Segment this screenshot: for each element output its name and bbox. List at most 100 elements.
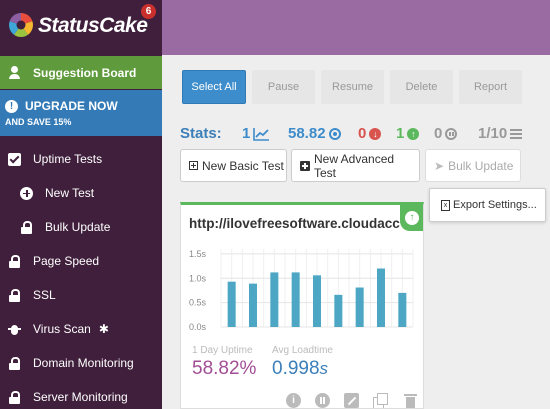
plus-square-icon xyxy=(189,161,198,170)
uptime-label: 1 Day Uptime xyxy=(192,345,253,356)
user-icon xyxy=(8,66,21,79)
logo[interactable]: StatusCake 6 xyxy=(0,0,162,55)
stat-value: 1/10 xyxy=(478,125,508,142)
stat-pagination[interactable]: 1/10 xyxy=(478,125,523,142)
upgrade-subtitle: AND SAVE 15% xyxy=(5,117,72,127)
select-all-button[interactable]: Select All xyxy=(182,70,246,104)
sidebar-item-suggestion-board[interactable]: Suggestion Board xyxy=(0,56,162,89)
top-header-bar xyxy=(162,0,550,55)
chart-bar xyxy=(249,283,257,327)
chart-bar xyxy=(227,281,236,327)
app-window: StatusCake 6 Suggestion Board UPGRADE NO… xyxy=(0,0,550,409)
chart-bar xyxy=(291,272,300,327)
response-time-chart: 1.5s 1.0s 0.5s 0.0s xyxy=(189,249,414,332)
sidebar-item-label: SSL xyxy=(33,288,56,302)
stat-value: 0 xyxy=(358,125,367,142)
stat-paused-count[interactable]: 0 xyxy=(434,125,458,142)
stat-tests-count[interactable]: 1 xyxy=(242,125,270,142)
sidebar-item-label: New Test xyxy=(45,186,95,200)
sidebar-item-label: Bulk Update xyxy=(45,220,111,234)
loadtime-value: 0.998s xyxy=(272,358,328,380)
loadtime-unit: s xyxy=(319,359,329,378)
info-circle-icon xyxy=(5,99,18,113)
chart-bar xyxy=(355,287,364,327)
notification-badge[interactable]: 6 xyxy=(141,4,156,19)
new-advanced-test-button[interactable]: New Advanced Test xyxy=(291,149,420,182)
stat-up-count[interactable]: 1 xyxy=(396,125,420,142)
sidebar-item-bulk-update[interactable]: Bulk Update xyxy=(0,210,162,244)
sidebar-item-label: Domain Monitoring xyxy=(33,356,134,370)
y-tick-label: 0.0s xyxy=(189,322,207,332)
stat-uptime-percent[interactable]: 58.82 xyxy=(288,125,341,142)
info-icon[interactable]: i xyxy=(286,393,301,408)
pause-circle-icon xyxy=(445,127,458,140)
arrow-up-circle-icon: ↑ xyxy=(405,211,419,225)
upgrade-title: UPGRADE NOW xyxy=(25,99,118,113)
report-button[interactable]: Report xyxy=(459,70,522,104)
stat-value: 1 xyxy=(396,125,405,142)
asterisk-icon: ✱ xyxy=(98,322,109,336)
y-tick-label: 1.5s xyxy=(189,249,207,259)
new-basic-test-button[interactable]: New Basic Test xyxy=(180,149,287,182)
plus-circle-icon xyxy=(20,186,33,200)
pause-icon[interactable] xyxy=(315,393,330,408)
sidebar-item-server-monitoring[interactable]: Server Monitoring xyxy=(0,380,162,409)
uptime-value: 58.82% xyxy=(192,358,257,379)
edit-icon[interactable] xyxy=(344,393,359,408)
sidebar-item-label: Uptime Tests xyxy=(33,152,103,166)
bulk-update-button[interactable]: ➤ Bulk Update xyxy=(425,149,521,182)
sidebar-item-label: Server Monitoring xyxy=(33,390,128,404)
copy-icon[interactable] xyxy=(372,393,388,408)
chart-bar xyxy=(270,272,279,327)
loadtime-label: Avg Loadtime xyxy=(272,345,333,356)
stat-value: 1 xyxy=(242,125,251,142)
statuscake-logo-icon xyxy=(9,13,33,37)
test-card[interactable]: http://ilovefreesoftware.cloudacc ↑ 1.5s… xyxy=(180,202,424,409)
chart-bar xyxy=(334,294,343,327)
y-tick-label: 1.0s xyxy=(189,273,207,283)
excel-file-icon: x xyxy=(441,199,450,211)
list-icon xyxy=(510,127,523,141)
test-url[interactable]: http://ilovefreesoftware.cloudacc xyxy=(189,216,401,231)
sidebar-item-page-speed[interactable]: Page Speed xyxy=(0,244,162,278)
sidebar-item-virus-scan[interactable]: Virus Scan ✱ xyxy=(0,312,162,346)
lock-icon xyxy=(20,220,33,234)
lock-icon xyxy=(8,288,21,302)
sidebar-item-label: Suggestion Board xyxy=(33,65,137,80)
lock-icon xyxy=(8,390,21,404)
sidebar-item-label: Page Speed xyxy=(33,254,100,268)
stats-label: Stats: xyxy=(180,125,222,142)
trash-icon[interactable] xyxy=(403,393,418,408)
stat-value: 58.82 xyxy=(288,125,326,142)
sidebar-item-new-test[interactable]: New Test xyxy=(0,176,162,210)
chart-bar xyxy=(313,275,321,327)
line-chart-icon xyxy=(253,127,270,141)
sidebar-item-uptime-tests[interactable]: Uptime Tests xyxy=(0,142,162,176)
export-settings-button[interactable]: x Export Settings... xyxy=(429,188,546,222)
sidebar-item-label: Virus Scan xyxy=(33,322,91,336)
lock-icon xyxy=(8,254,21,268)
resume-button[interactable]: Resume xyxy=(321,70,384,104)
target-icon xyxy=(328,127,341,140)
sidebar-item-domain-monitoring[interactable]: Domain Monitoring xyxy=(0,346,162,380)
sidebar: StatusCake 6 Suggestion Board UPGRADE NO… xyxy=(0,0,162,409)
pause-button[interactable]: Pause xyxy=(252,70,315,104)
status-badge: ↑ xyxy=(400,205,423,231)
lock-icon xyxy=(8,356,21,370)
button-label: Bulk Update xyxy=(448,158,514,173)
stat-value: 0 xyxy=(434,125,443,142)
stats-bar: Stats: 1 58.82 0 1 0 1/10 xyxy=(180,122,550,146)
check-square-icon xyxy=(8,152,21,166)
bug-icon xyxy=(8,323,21,336)
stat-down-count[interactable]: 0 xyxy=(358,125,382,142)
y-tick-label: 0.5s xyxy=(189,298,207,308)
delete-button[interactable]: Delete xyxy=(390,70,453,104)
chart-bar xyxy=(377,268,385,327)
sidebar-upgrade-banner[interactable]: UPGRADE NOW AND SAVE 15% xyxy=(0,90,162,136)
button-label: New Basic Test xyxy=(202,158,284,173)
brand-name: StatusCake xyxy=(38,14,148,37)
plus-square-filled-icon xyxy=(300,160,310,171)
arrow-up-circle-icon xyxy=(407,127,420,140)
rocket-icon: ➤ xyxy=(434,158,445,173)
sidebar-item-ssl[interactable]: SSL xyxy=(0,278,162,312)
